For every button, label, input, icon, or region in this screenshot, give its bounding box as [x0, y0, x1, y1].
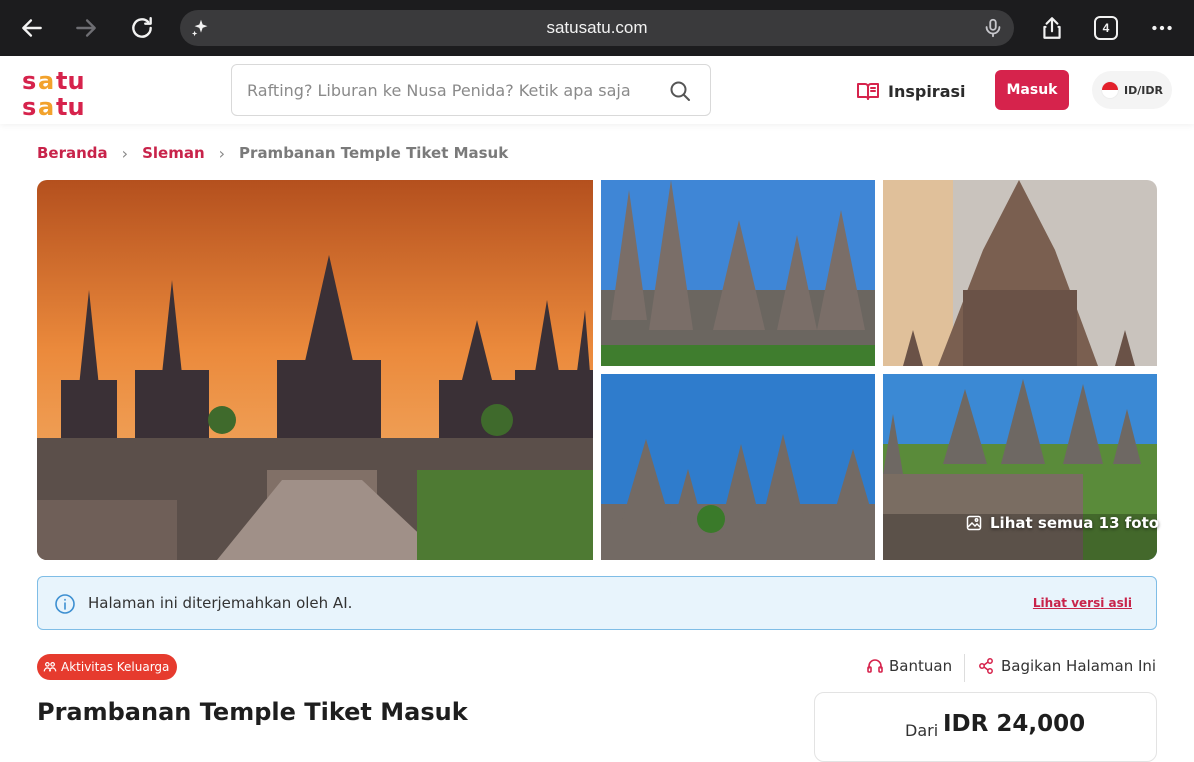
see-all-photos-button[interactable]: Lihat semua 13 foto — [966, 514, 1159, 532]
view-original-link[interactable]: Lihat versi asli — [1033, 596, 1132, 610]
ai-translation-notice: Halaman ini diterjemahkan oleh AI. Lihat… — [37, 576, 1157, 630]
breadcrumb-current: Prambanan Temple Tiket Masuk — [239, 144, 509, 162]
family-activity-badge: Aktivitas Keluarga — [37, 654, 178, 680]
share-page-button[interactable]: Bagikan Halaman Ini — [977, 657, 1156, 675]
gallery-photo-4[interactable] — [601, 374, 875, 560]
microphone-icon[interactable] — [982, 17, 1004, 39]
inspirasi-link[interactable]: Inspirasi — [856, 78, 966, 104]
reload-button[interactable] — [126, 12, 158, 44]
forward-button[interactable] — [70, 12, 102, 44]
browser-toolbar: satusatu.com 4 — [0, 0, 1194, 56]
search-box[interactable] — [231, 64, 711, 116]
price-prefix: Dari — [905, 721, 939, 740]
gallery-photo-2[interactable] — [601, 180, 875, 366]
temple-blue-sky-image — [601, 180, 875, 366]
login-button[interactable]: Masuk — [995, 70, 1069, 110]
more-menu-button[interactable] — [1146, 12, 1178, 44]
breadcrumb-sleman[interactable]: Sleman — [142, 144, 205, 162]
svg-text:s: s — [22, 93, 36, 120]
more-dots-icon — [1152, 25, 1172, 31]
back-button[interactable] — [16, 12, 48, 44]
language-label: ID/IDR — [1124, 83, 1163, 97]
open-book-icon — [857, 83, 879, 100]
temple-ruins-image — [883, 374, 1157, 560]
breadcrumb: Beranda › Sleman › Prambanan Temple Tike… — [37, 142, 508, 164]
svg-text:tu: tu — [56, 67, 85, 95]
divider — [964, 654, 965, 682]
url-text[interactable]: satusatu.com — [180, 18, 1014, 38]
gallery-photo-3[interactable] — [883, 180, 1157, 366]
arrow-right-icon — [76, 19, 96, 37]
search-icon[interactable] — [668, 79, 692, 103]
svg-text:s: s — [22, 67, 36, 95]
svg-text:a: a — [38, 67, 54, 95]
image-gallery-icon — [966, 515, 982, 531]
tabs-button[interactable]: 4 — [1094, 16, 1118, 40]
share-button[interactable] — [1036, 12, 1068, 44]
chevron-right-icon: › — [121, 143, 129, 163]
badge-label: Aktivitas Keluarga — [61, 660, 170, 674]
chevron-right-icon: › — [218, 143, 226, 163]
search-input[interactable] — [247, 65, 657, 115]
svg-text:tu: tu — [56, 93, 85, 120]
satusatu-logo[interactable]: s a tu s a tu — [20, 64, 100, 120]
share-icon — [1043, 17, 1061, 39]
inspirasi-label: Inspirasi — [888, 81, 966, 101]
share-nodes-icon — [979, 658, 993, 674]
gallery-photo-5[interactable] — [883, 374, 1157, 560]
arrow-left-icon — [22, 19, 42, 37]
indonesia-flag-icon — [1101, 81, 1120, 99]
price-card: Dari IDR 24,000 — [814, 692, 1157, 762]
price-value: IDR 24,000 — [943, 711, 1086, 737]
reload-icon — [132, 17, 152, 38]
main-photo[interactable] — [37, 180, 593, 560]
breadcrumb-home[interactable]: Beranda — [37, 144, 108, 162]
help-button[interactable]: Bantuan — [866, 657, 952, 675]
language-currency-button[interactable]: ID/IDR — [1092, 71, 1172, 109]
headset-icon — [867, 659, 883, 673]
site-header: s a tu s a tu Inspirasi Masuk ID/IDR — [0, 56, 1194, 124]
page-title: Prambanan Temple Tiket Masuk — [37, 698, 468, 726]
see-all-photos-label: Lihat semua 13 foto — [990, 514, 1160, 532]
address-bar[interactable]: satusatu.com — [180, 10, 1014, 46]
help-label: Bantuan — [889, 657, 953, 675]
temple-wide-image — [601, 374, 875, 560]
ai-notice-text: Halaman ini diterjemahkan oleh AI. — [88, 594, 353, 612]
share-label: Bagikan Halaman Ini — [1001, 657, 1157, 675]
temple-closeup-image — [883, 180, 1157, 366]
temple-sunset-image — [37, 180, 593, 560]
family-icon — [43, 662, 57, 672]
svg-text:a: a — [38, 93, 54, 120]
info-icon — [55, 594, 75, 614]
